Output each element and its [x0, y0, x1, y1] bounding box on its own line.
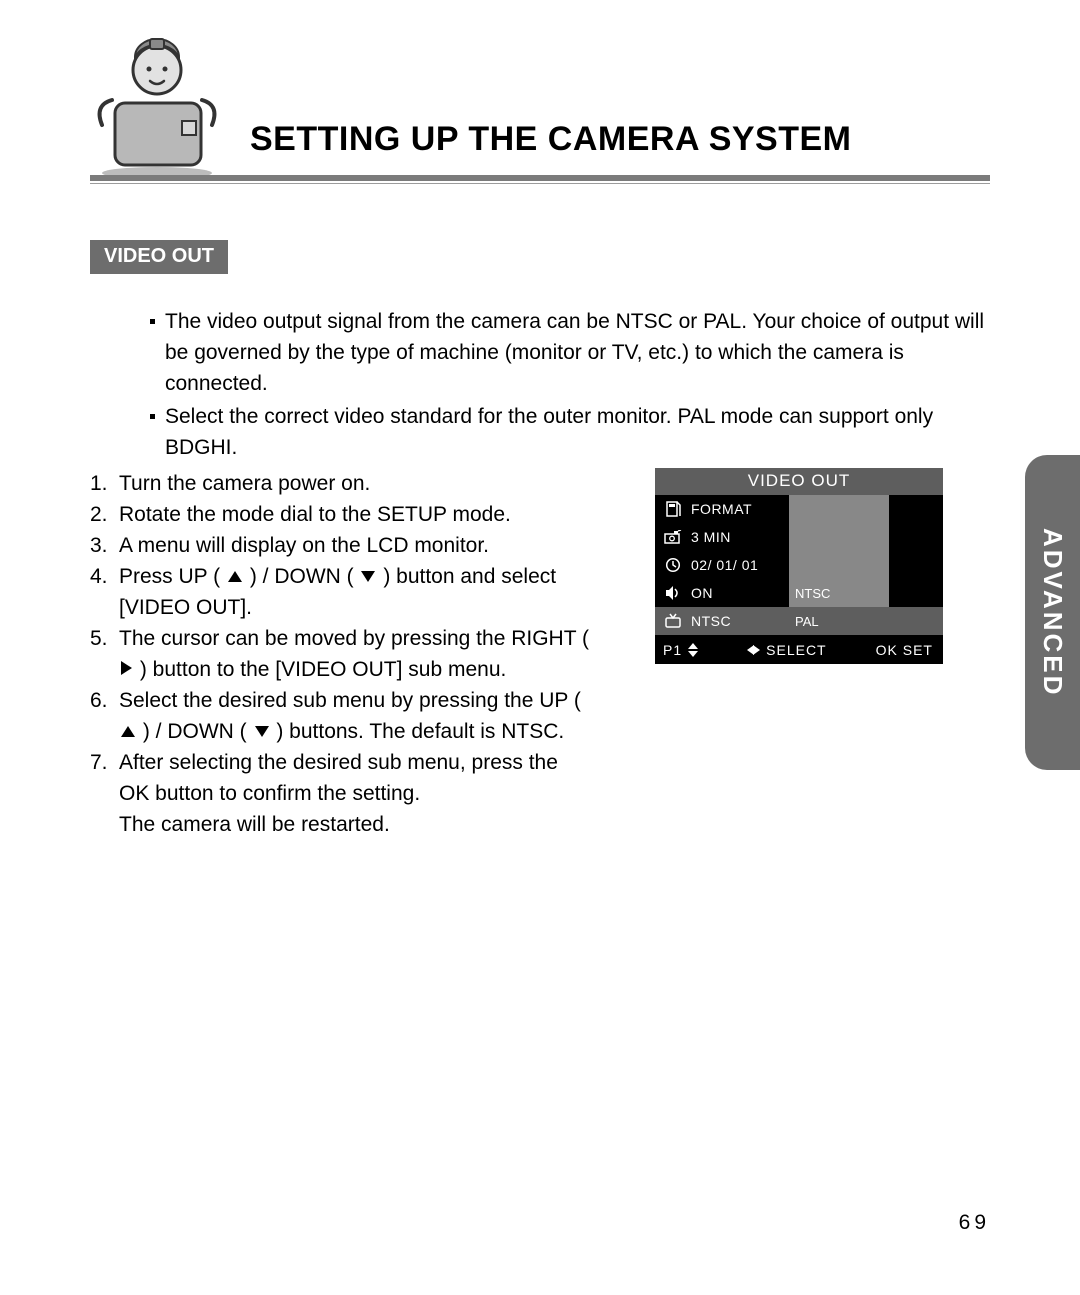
lcd-menu-illustration: VIDEO OUT FORMAT 3 MIN 02/ 01/ 01: [655, 468, 943, 664]
lcd-footer-page: P1: [663, 642, 682, 658]
intro-bullets: The video output signal from the camera …: [110, 306, 990, 465]
step-text: ) / DOWN (: [143, 720, 247, 743]
section-heading: VIDEO OUT: [90, 240, 228, 274]
page-header: SETTING UP THE CAMERA SYSTEM: [90, 30, 990, 185]
lcd-label: ON: [691, 585, 789, 601]
lcd-sub-selected: PAL: [789, 607, 889, 635]
tv-icon: [655, 613, 691, 629]
lcd-footer-select: SELECT: [766, 642, 826, 658]
lcd-label: NTSC: [691, 613, 789, 629]
up-arrow-icon: [121, 726, 135, 737]
step-item: 6. Select the desired sub menu by pressi…: [90, 685, 590, 747]
lcd-sub: [789, 551, 889, 579]
step-text: ) / DOWN (: [250, 565, 354, 588]
lcd-sub: NTSC: [789, 579, 889, 607]
step-text: ) button to the [VIDEO OUT] sub menu.: [140, 658, 507, 681]
lcd-label: 3 MIN: [691, 529, 789, 545]
step-item: 7.After selecting the desired sub menu, …: [90, 747, 590, 840]
up-down-icon: [688, 643, 698, 657]
lcd-title: VIDEO OUT: [655, 468, 943, 495]
step-text: Press UP (: [119, 565, 220, 588]
lcd-sub: [789, 523, 889, 551]
lcd-footer: P1 SELECT OK SET: [655, 635, 943, 664]
right-arrow-icon: [121, 661, 132, 675]
intro-bullet: The video output signal from the camera …: [150, 306, 990, 399]
step-text: The cursor can be moved by pressing the …: [119, 627, 589, 650]
camera-icon: [655, 530, 691, 544]
lcd-row: ON NTSC: [655, 579, 943, 607]
title-rule: [90, 175, 990, 181]
up-arrow-icon: [228, 571, 242, 582]
clock-icon: [655, 557, 691, 573]
lcd-label: 02/ 01/ 01: [691, 557, 789, 573]
lcd-label: FORMAT: [691, 501, 789, 517]
step-item: 1.Turn the camera power on.: [90, 468, 590, 499]
down-arrow-icon: [361, 571, 375, 582]
step-item: 4. Press UP ( ) / DOWN ( ) button and se…: [90, 561, 590, 623]
lcd-row-selected: NTSC PAL: [655, 607, 943, 635]
page-number: 69: [959, 1211, 990, 1235]
step-item: 2.Rotate the mode dial to the SETUP mode…: [90, 499, 590, 530]
step-item: 5. The cursor can be moved by pressing t…: [90, 623, 590, 685]
lcd-row: FORMAT: [655, 495, 943, 523]
step-item: 3.A menu will display on the LCD monitor…: [90, 530, 590, 561]
card-icon: [655, 500, 691, 518]
speaker-icon: [655, 585, 691, 601]
lcd-sub: [789, 495, 889, 523]
lcd-row: 3 MIN: [655, 523, 943, 551]
steps-list: 1.Turn the camera power on. 2.Rotate the…: [90, 468, 590, 840]
mascot-illustration: [90, 25, 225, 180]
page-title: SETTING UP THE CAMERA SYSTEM: [250, 120, 852, 159]
title-rule-thin: [90, 183, 990, 184]
lcd-row: 02/ 01/ 01: [655, 551, 943, 579]
step-text: ) buttons. The default is NTSC.: [276, 720, 564, 743]
side-tab-advanced: ADVANCED: [1025, 455, 1080, 770]
step-text: Select the desired sub menu by pressing …: [119, 689, 581, 712]
intro-bullet: Select the correct video standard for th…: [150, 401, 990, 463]
lcd-footer-ok: OK SET: [876, 642, 933, 658]
left-right-icon: [747, 645, 760, 655]
down-arrow-icon: [255, 726, 269, 737]
